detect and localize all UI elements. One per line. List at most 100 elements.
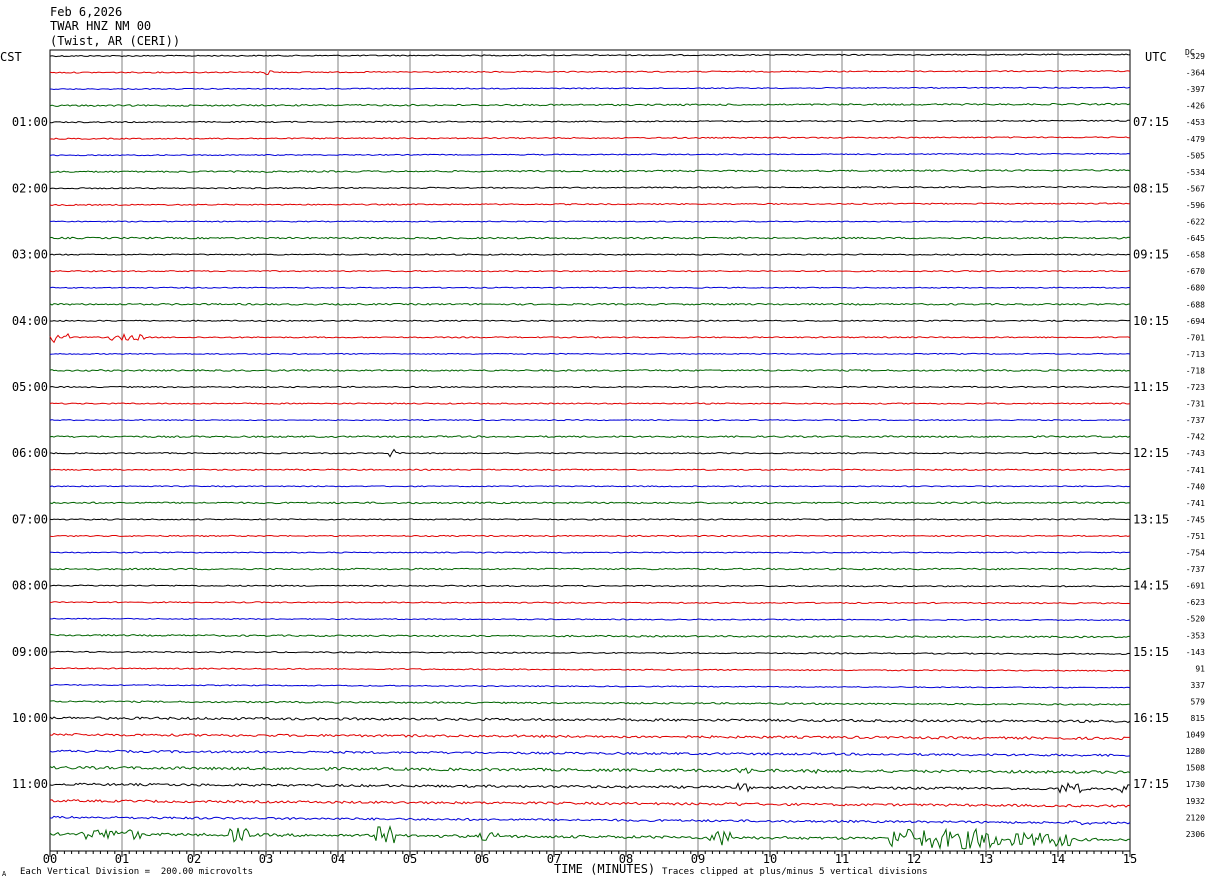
dc-offset-label: -534 — [1186, 168, 1205, 177]
dc-offset-label: -645 — [1186, 234, 1205, 243]
left-hour-label: 08:00 — [12, 579, 48, 593]
seismic-trace — [49, 419, 1131, 422]
seismic-trace — [49, 185, 1131, 190]
dc-offset-label: -670 — [1186, 267, 1205, 276]
x-axis-title: TIME (MINUTES) — [554, 862, 656, 876]
seismic-trace — [49, 749, 1131, 757]
seismic-trace — [49, 102, 1131, 107]
seismic-trace — [49, 253, 1131, 256]
dc-offset-label: -731 — [1186, 400, 1205, 409]
dc-offset-label: 2306 — [1186, 830, 1205, 839]
right-hour-label: 11:15 — [1133, 380, 1169, 394]
dc-offset-label: -453 — [1186, 118, 1205, 127]
dc-offset-label: 815 — [1191, 714, 1206, 723]
right-hour-label: 07:15 — [1133, 115, 1169, 129]
seismic-trace — [49, 825, 1131, 851]
seismic-trace — [49, 220, 1131, 223]
corner-mark: A — [2, 870, 7, 878]
dc-offset-label: -397 — [1186, 85, 1205, 94]
seismic-trace — [49, 53, 1131, 58]
seismic-trace — [49, 601, 1131, 605]
seismic-trace — [49, 683, 1131, 689]
seismic-trace — [49, 650, 1131, 655]
seismic-trace — [49, 667, 1131, 672]
seismic-trace — [49, 385, 1131, 389]
right-hour-label: 13:15 — [1133, 512, 1169, 526]
dc-offset-label: -623 — [1186, 598, 1205, 607]
dc-offset-label: -713 — [1186, 350, 1205, 359]
seismic-trace — [49, 534, 1131, 538]
dc-offset-label: -596 — [1186, 201, 1205, 210]
seismic-trace — [49, 119, 1131, 124]
dc-offset-label: -479 — [1186, 135, 1205, 144]
left-hour-label: 04:00 — [12, 314, 48, 328]
seismic-trace — [49, 202, 1131, 207]
seismic-trace — [49, 435, 1131, 439]
dc-offset-label: -426 — [1186, 102, 1205, 111]
seismic-trace — [49, 136, 1131, 140]
seismic-trace — [49, 501, 1131, 505]
dc-offset-label: -353 — [1186, 631, 1205, 640]
dc-offset-label: -701 — [1186, 333, 1205, 342]
right-hour-label: 09:15 — [1133, 248, 1169, 262]
dc-offset-label: -658 — [1186, 251, 1205, 260]
seismic-trace — [49, 402, 1131, 405]
seismic-trace — [49, 732, 1131, 740]
dc-offset-label: -505 — [1186, 151, 1205, 160]
right-hour-label: 14:15 — [1133, 579, 1169, 593]
seismic-trace — [49, 236, 1131, 240]
dc-offset-label: -737 — [1186, 416, 1205, 425]
seismic-trace — [49, 169, 1131, 174]
dc-offset-label: 337 — [1191, 681, 1206, 690]
dc-offset-label: -680 — [1186, 284, 1205, 293]
left-hour-label: 01:00 — [12, 115, 48, 129]
left-hour-label: 02:00 — [12, 181, 48, 195]
right-hour-label: 17:15 — [1133, 777, 1169, 791]
dc-offset-label: 579 — [1191, 697, 1206, 706]
seismic-trace — [49, 567, 1131, 571]
dc-offset-label: -688 — [1186, 300, 1205, 309]
seismic-trace — [49, 584, 1131, 588]
seismic-trace — [49, 269, 1131, 273]
seismic-trace — [49, 302, 1131, 306]
left-hour-label: 05:00 — [12, 380, 48, 394]
dc-offset-label: -622 — [1186, 218, 1205, 227]
dc-offset-label: 91 — [1195, 664, 1205, 673]
dc-offset-label: -751 — [1186, 532, 1205, 541]
seismic-trace — [49, 468, 1131, 471]
dc-offset-label: 1932 — [1186, 797, 1205, 806]
right-hour-label: 16:15 — [1133, 711, 1169, 725]
seismic-trace — [49, 70, 1131, 76]
right-hour-label: 10:15 — [1133, 314, 1169, 328]
dc-offset-label: -567 — [1186, 184, 1205, 193]
seismic-trace — [49, 485, 1131, 488]
dc-offset-label: -364 — [1186, 69, 1205, 78]
right-hour-label: 08:15 — [1133, 181, 1169, 195]
seismic-trace — [49, 352, 1131, 355]
dc-offset-label: -143 — [1186, 648, 1205, 657]
dc-offset-label: 1508 — [1186, 764, 1205, 773]
seismic-trace — [49, 286, 1131, 289]
seismic-trace — [49, 617, 1131, 622]
left-hour-label: 06:00 — [12, 446, 48, 460]
seismic-trace — [49, 716, 1131, 724]
dc-offset-label: 1049 — [1186, 731, 1205, 740]
left-hour-label: 10:00 — [12, 711, 48, 725]
footer-clip-note: Traces clipped at plus/minus 5 vertical … — [662, 867, 928, 877]
seismic-trace — [49, 369, 1131, 372]
dc-offset-label: -691 — [1186, 582, 1205, 591]
seismogram-plot: 00 01 02 03 04 05 06 07 08 09 10 11 12 13 14 15-329-364… — [12, 49, 1206, 866]
dc-offset-label: -754 — [1186, 549, 1205, 558]
seismic-trace — [49, 765, 1131, 775]
left-hour-label: 03:00 — [12, 248, 48, 262]
dc-offset-label: -741 — [1186, 466, 1205, 475]
left-hour-label: 11:00 — [12, 777, 48, 791]
dc-offset-label: -694 — [1186, 317, 1205, 326]
right-hour-label: 12:15 — [1133, 446, 1169, 460]
seismic-trace — [49, 86, 1131, 91]
seismic-trace — [49, 815, 1131, 826]
seismic-trace — [49, 551, 1131, 554]
seismic-trace — [49, 152, 1131, 157]
right-hour-label: 15:15 — [1133, 645, 1169, 659]
dc-offset-label: -723 — [1186, 383, 1205, 392]
